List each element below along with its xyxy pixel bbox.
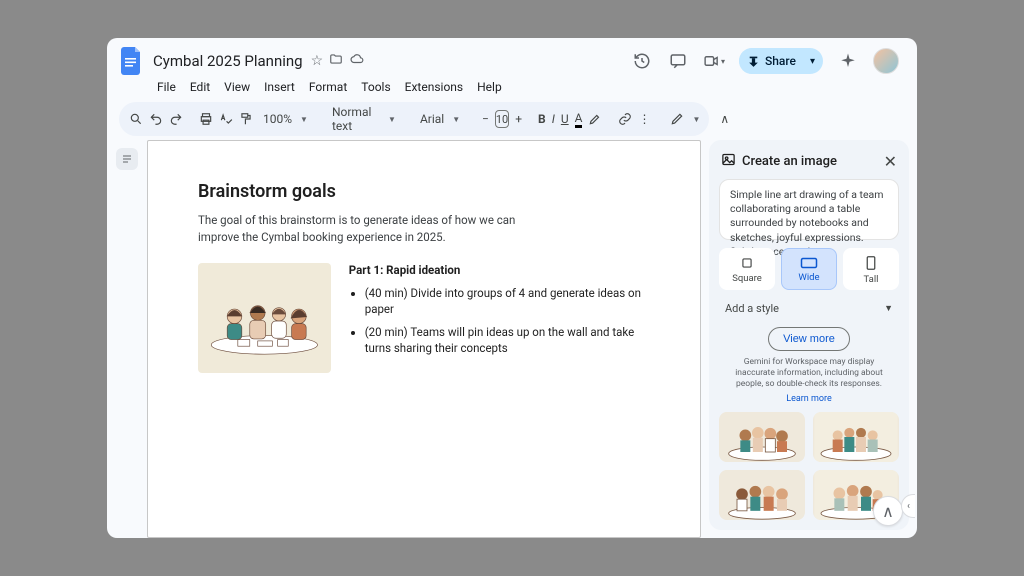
document-outline-icon[interactable] <box>116 148 138 170</box>
gemini-side-panel: Create an image ✕ Simple line art drawin… <box>709 140 909 530</box>
learn-more-link[interactable]: Learn more <box>719 394 899 404</box>
menu-extensions[interactable]: Extensions <box>405 80 463 94</box>
disclaimer-text: Gemini for Workspace may display inaccur… <box>719 357 899 390</box>
doc-section: Part 1: Rapid ideation (40 min) Divide i… <box>349 263 650 373</box>
font-family-dropdown[interactable]: Arial▼ <box>416 112 466 126</box>
chevron-down-icon: ▼ <box>884 303 893 314</box>
inserted-image[interactable] <box>198 263 331 373</box>
main-area: Brainstorm goals The goal of this brains… <box>107 140 917 538</box>
history-icon[interactable] <box>631 50 653 72</box>
font-size-decrease-icon[interactable]: − <box>482 110 489 128</box>
redo-icon[interactable] <box>169 110 183 128</box>
thumbnail[interactable] <box>719 470 805 520</box>
menu-format[interactable]: Format <box>309 80 347 94</box>
share-button[interactable]: Share <box>739 48 806 74</box>
menu-insert[interactable]: Insert <box>264 80 295 94</box>
bold-icon[interactable]: B <box>538 110 546 128</box>
thumbnail[interactable] <box>719 412 805 462</box>
zoom-value: 100% <box>263 112 292 126</box>
doc-heading: Brainstorm goals <box>198 181 650 202</box>
header-right-actions: ▾ Share ▾ <box>631 48 905 74</box>
meet-icon[interactable]: ▾ <box>703 50 725 72</box>
paragraph-style-dropdown[interactable]: Normal text▼ <box>328 105 400 133</box>
comments-icon[interactable] <box>667 50 689 72</box>
titlebar: Cymbal 2025 Planning ☆ ▾ <box>107 38 917 78</box>
doc-intro: The goal of this brainstorm is to genera… <box>198 212 558 245</box>
aspect-wide[interactable]: Wide <box>781 248 837 290</box>
bullet-item: (20 min) Teams will pin ideas up on the … <box>365 324 650 356</box>
left-gutter <box>107 140 147 538</box>
menu-view[interactable]: View <box>224 80 250 94</box>
aspect-tall[interactable]: Tall <box>843 248 899 290</box>
more-icon[interactable]: ⋮ <box>638 110 650 128</box>
docs-logo-icon[interactable] <box>119 44 145 78</box>
share-dropdown-icon[interactable]: ▾ <box>806 56 823 67</box>
editing-mode-dropdown[interactable]: ▼ <box>666 112 704 126</box>
section-title: Part 1: Rapid ideation <box>349 263 461 277</box>
style-dropdown[interactable]: Add a style ▼ <box>719 298 899 319</box>
spellcheck-icon[interactable] <box>219 110 233 128</box>
document-canvas[interactable]: Brainstorm goals The goal of this brains… <box>147 140 701 538</box>
document-title[interactable]: Cymbal 2025 Planning <box>153 52 303 70</box>
insert-link-icon[interactable] <box>618 110 632 128</box>
move-folder-icon[interactable] <box>329 52 343 70</box>
menu-edit[interactable]: Edit <box>190 80 210 94</box>
bullet-item: (40 min) Divide into groups of 4 and gen… <box>365 285 650 317</box>
title-status-icons: ☆ <box>311 52 366 70</box>
star-icon[interactable]: ☆ <box>311 53 324 69</box>
aspect-ratio-group: Square Wide Tall <box>719 248 899 290</box>
share-button-group: Share ▾ <box>739 48 823 74</box>
prompt-input[interactable]: Simple line art drawing of a team collab… <box>719 179 899 240</box>
image-icon <box>721 152 736 171</box>
cloud-status-icon[interactable] <box>349 52 365 70</box>
menu-bar: File Edit View Insert Format Tools Exten… <box>107 78 917 100</box>
menu-file[interactable]: File <box>157 80 176 94</box>
text-color-icon[interactable]: A <box>575 110 583 128</box>
close-icon[interactable]: ✕ <box>884 152 897 171</box>
menu-help[interactable]: Help <box>477 80 502 94</box>
highlight-color-icon[interactable] <box>588 110 602 128</box>
explore-fab-icon[interactable]: ∧ <box>873 496 903 526</box>
sidepanel-title: Create an image <box>742 154 837 169</box>
collapse-toolbar-icon[interactable]: ∧ <box>720 110 729 128</box>
zoom-dropdown[interactable]: 100%▼ <box>259 112 312 126</box>
style-label: Add a style <box>725 302 779 315</box>
menu-tools[interactable]: Tools <box>361 80 390 94</box>
toolbar: 100%▼ Normal text▼ Arial▼ − 10 + B I U A… <box>119 102 709 136</box>
share-label: Share <box>765 54 796 68</box>
gemini-spark-icon[interactable] <box>837 50 859 72</box>
print-icon[interactable] <box>199 110 213 128</box>
font-size-input[interactable]: 10 <box>495 110 509 128</box>
paragraph-style-value: Normal text <box>332 105 380 133</box>
font-size-increase-icon[interactable]: + <box>515 110 522 128</box>
font-family-value: Arial <box>420 112 444 126</box>
thumbnail[interactable] <box>813 412 899 462</box>
underline-icon[interactable]: U <box>561 110 569 128</box>
view-more-button[interactable]: View more <box>768 327 850 351</box>
generated-thumbnails <box>719 412 899 520</box>
italic-icon[interactable]: I <box>552 110 555 128</box>
paint-format-icon[interactable] <box>239 110 253 128</box>
app-window: Cymbal 2025 Planning ☆ ▾ <box>107 38 917 538</box>
search-menus-icon[interactable] <box>129 110 143 128</box>
aspect-square[interactable]: Square <box>719 248 775 290</box>
account-avatar[interactable] <box>873 48 899 74</box>
undo-icon[interactable] <box>149 110 163 128</box>
